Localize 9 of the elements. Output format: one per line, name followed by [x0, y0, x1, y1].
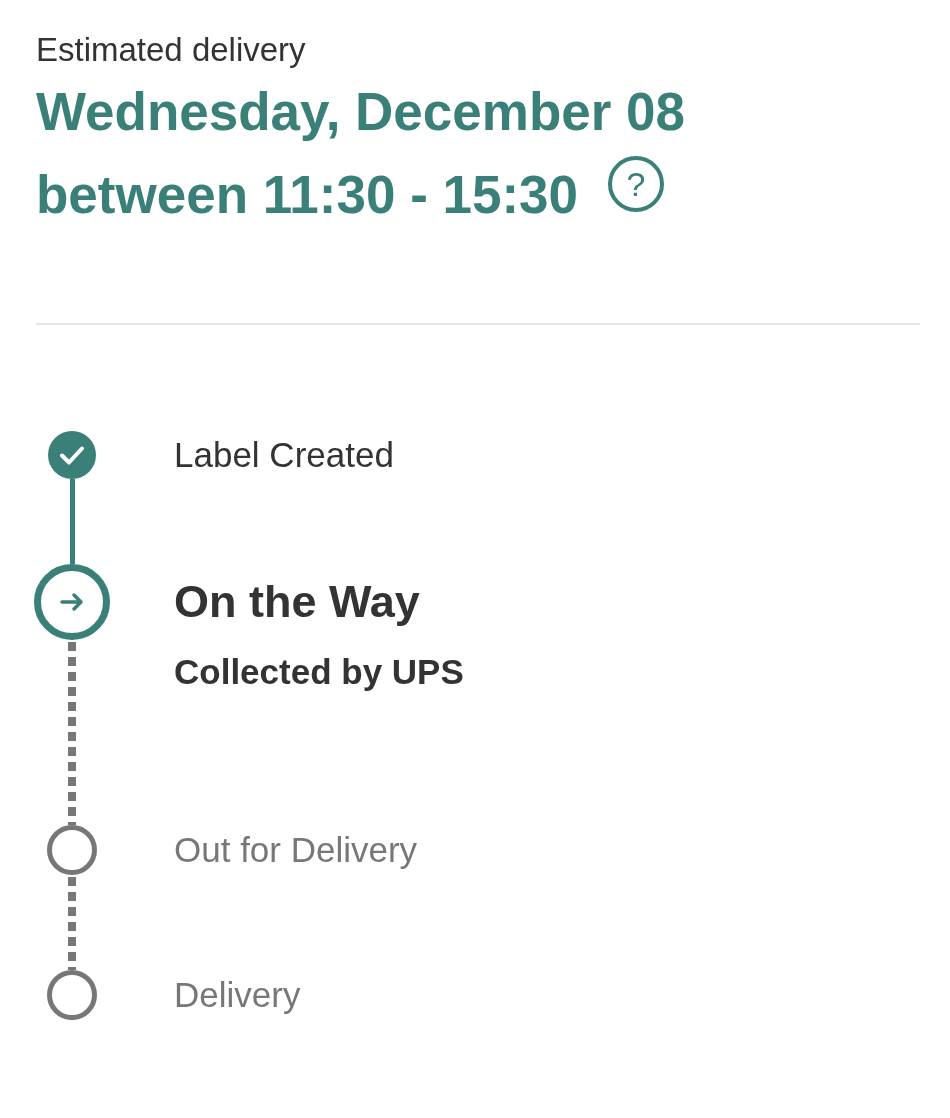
step-title: Out for Delivery	[174, 829, 418, 871]
delivery-date: Wednesday, December 08	[36, 81, 686, 143]
estimated-delivery-label: Estimated delivery	[36, 30, 307, 70]
step-detail: Collected by UPS	[174, 651, 464, 693]
step-title: Label Created	[174, 434, 394, 476]
step-title: Delivery	[174, 974, 301, 1016]
step-title: On the Way	[174, 575, 421, 629]
delivery-time-window: between 11:30 - 15:30	[36, 153, 579, 236]
help-icon[interactable]: ?	[608, 156, 665, 212]
